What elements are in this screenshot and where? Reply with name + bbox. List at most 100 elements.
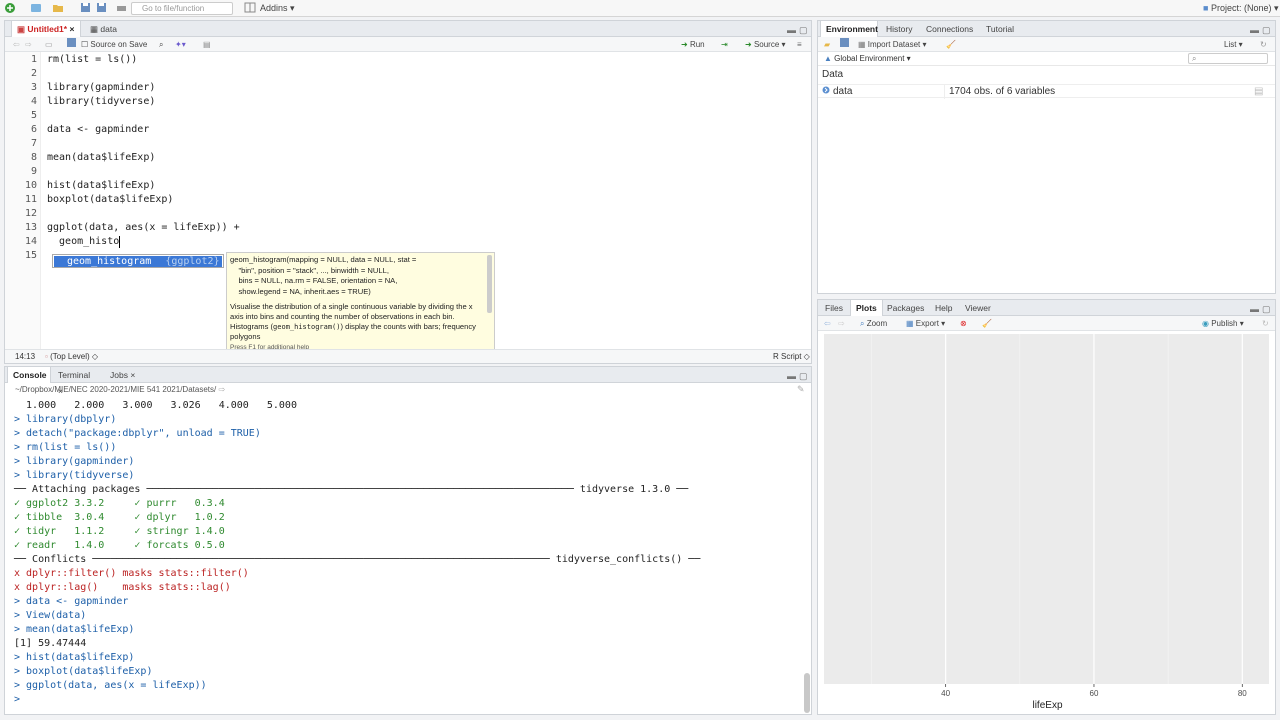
back-icon[interactable]: ⇦ (13, 37, 20, 52)
open-file-icon[interactable] (52, 2, 64, 15)
clear-console-icon[interactable]: ✎ (797, 384, 805, 395)
tab-label: Environment (826, 24, 878, 34)
code-line[interactable]: data <- gapminder (47, 124, 149, 135)
code-tools-icon[interactable]: ✦▾ (175, 37, 186, 52)
compile-report-icon[interactable]: ▤ (203, 37, 211, 52)
find-icon[interactable]: ⌕ (159, 37, 163, 52)
load-workspace-icon[interactable]: ▰ (824, 37, 830, 52)
publish-button[interactable]: ◉ Publish ▾ (1202, 316, 1244, 331)
show-window-icon[interactable]: ▭ (45, 37, 53, 52)
new-file-icon[interactable] (4, 2, 16, 15)
import-dataset-button[interactable]: ▦ Import Dataset ▾ (858, 37, 927, 52)
code-line[interactable]: geom_histo (47, 236, 119, 247)
line-number: 1 (30, 54, 37, 65)
tab-label: Terminal (58, 370, 91, 380)
export-button[interactable]: ▦ Export ▾ (906, 316, 945, 331)
code-line[interactable]: ggplot(data, aes(x = lifeExp)) + (47, 222, 240, 233)
goto-file-input[interactable]: Go to file/function (131, 2, 233, 15)
source-button[interactable]: ➜ Source ▾ (745, 37, 786, 52)
file-type-menu[interactable]: R Script ◇ (773, 350, 810, 364)
console-line: > hist(data$lifeExp) (14, 652, 135, 663)
source-on-save-checkbox[interactable]: ☐ Source on Save (81, 37, 147, 52)
tab-packages[interactable]: Packages (882, 300, 929, 316)
completion-list[interactable]: geom_histogram {ggplot2} (52, 254, 224, 268)
tab-data[interactable]: ▦ data × (85, 21, 129, 50)
code-line[interactable]: hist(data$lifeExp) (47, 180, 155, 191)
addins-button[interactable]: Addins ▾ (260, 2, 295, 15)
save-file-icon[interactable] (67, 37, 76, 52)
expand-icon[interactable] (822, 85, 830, 99)
print-icon[interactable] (116, 2, 127, 15)
console-line: > data <- gapminder (14, 596, 129, 607)
tab-console[interactable]: Console (7, 367, 51, 383)
outline-icon[interactable]: ≡ (797, 37, 802, 52)
clear-plots-icon[interactable]: 🧹 (982, 316, 992, 331)
console-scrollbar[interactable] (804, 673, 810, 713)
tab-untitled1[interactable]: ▣ Untitled1* × (11, 21, 81, 37)
minimize-icon[interactable]: ▬ (1250, 304, 1259, 314)
environment-row[interactable]: data 1704 obs. of 6 variables ▤ (818, 84, 1275, 99)
tab-viewer[interactable]: Viewer (960, 300, 996, 316)
tab-environment[interactable]: Environment (820, 21, 878, 37)
maximize-icon[interactable]: ▢ (799, 371, 808, 382)
next-plot-icon[interactable]: ⇨ (838, 316, 845, 331)
tab-jobs[interactable]: Jobs × (105, 367, 145, 383)
view-mode-menu[interactable]: List ▾ (1224, 37, 1243, 52)
refresh-icon[interactable]: ↻ (1260, 37, 1267, 52)
console-line: ✓ readr 1.4.0 ✓ forcats 0.5.0 (14, 540, 225, 551)
save-workspace-icon[interactable] (840, 37, 849, 52)
forward-icon[interactable]: ⇨ (25, 37, 32, 52)
line-number: 4 (30, 96, 37, 107)
tab-label: Viewer (965, 303, 991, 313)
new-project-icon[interactable] (30, 2, 42, 15)
tab-files[interactable]: Files (820, 300, 848, 316)
editor-toolbar: ⇦ ⇨ ▭ ☐ Source on Save ⌕ ✦▾ ▤ ➜ Run ⇥ ➜ … (5, 37, 811, 52)
zoom-label: Zoom (866, 319, 888, 328)
layout-icon[interactable] (244, 2, 256, 15)
run-button[interactable]: ➜ Run (681, 37, 705, 52)
environment-tabbar: Environment History Connections Tutorial… (818, 21, 1275, 37)
environment-toolbar: ▰ ▦ Import Dataset ▾ 🧹 List ▾ ↻ (818, 37, 1275, 52)
source-pane: ▣ Untitled1* × ▦ data × ▬ ▢ ⇦ ⇨ ▭ ☐ Sour… (4, 20, 812, 364)
maximize-icon[interactable]: ▢ (1262, 304, 1271, 315)
line-number: 15 (24, 250, 37, 261)
view-data-icon[interactable]: ▤ (1254, 85, 1263, 99)
code-line[interactable]: library(gapminder) (47, 82, 155, 93)
save-all-icon[interactable] (96, 2, 107, 15)
console-output[interactable]: Min. 1st Qu. Median Mean 3rd Qu. Max. 1.… (5, 397, 803, 714)
project-menu[interactable]: ■ Project: (None) ▾ (1203, 2, 1279, 15)
code-line[interactable]: rm(list = ls()) (47, 54, 137, 65)
code-line[interactable]: boxplot(data$lifeExp) (47, 194, 173, 205)
tab-help[interactable]: Help (930, 300, 957, 316)
scope-indicator[interactable]: ▫ (Top Level) ◇ (45, 350, 98, 364)
help-scrollbar[interactable] (487, 255, 492, 313)
remove-plot-icon[interactable]: ⊗ (960, 316, 967, 331)
maximize-icon[interactable]: ▢ (799, 25, 808, 36)
zoom-button[interactable]: ⌕ Zoom (860, 316, 887, 331)
clear-workspace-icon[interactable]: 🧹 (946, 37, 956, 52)
rerun-icon[interactable]: ⇥ (721, 37, 728, 52)
scope-selector[interactable]: ▲ Global Environment ▾ (824, 52, 911, 66)
tab-plots[interactable]: Plots (850, 300, 883, 316)
goto-placeholder: Go to file/function (142, 4, 205, 13)
environment-search[interactable]: ⌕ (1188, 53, 1268, 64)
tab-terminal[interactable]: Terminal × (53, 367, 97, 396)
code-line[interactable]: library(tidyverse) (47, 96, 155, 107)
minimize-icon[interactable]: ▬ (787, 371, 796, 381)
minimize-icon[interactable]: ▬ (787, 25, 796, 35)
code-line[interactable]: mean(data$lifeExp) (47, 152, 155, 163)
maximize-icon[interactable]: ▢ (1262, 25, 1271, 36)
save-icon[interactable] (80, 2, 91, 15)
minimize-icon[interactable]: ▬ (1250, 25, 1259, 35)
completion-item[interactable]: geom_histogram {ggplot2} (54, 256, 222, 267)
working-dir: ~/Dropbox/MIE/NEC 2020-2021/MIE 541 2021… (15, 385, 217, 394)
tab-tutorial[interactable]: Tutorial (981, 21, 1019, 37)
refresh-icon[interactable]: ↻ (1262, 316, 1269, 331)
line-number: 2 (30, 68, 37, 79)
line-number: 13 (24, 222, 37, 233)
previous-plot-icon[interactable]: ⇦ (824, 316, 831, 331)
x-axis-label: lifeExp (1032, 700, 1062, 711)
tab-connections[interactable]: Connections (921, 21, 978, 37)
tab-history[interactable]: History (881, 21, 917, 37)
tab-label: Tutorial (986, 24, 1015, 34)
